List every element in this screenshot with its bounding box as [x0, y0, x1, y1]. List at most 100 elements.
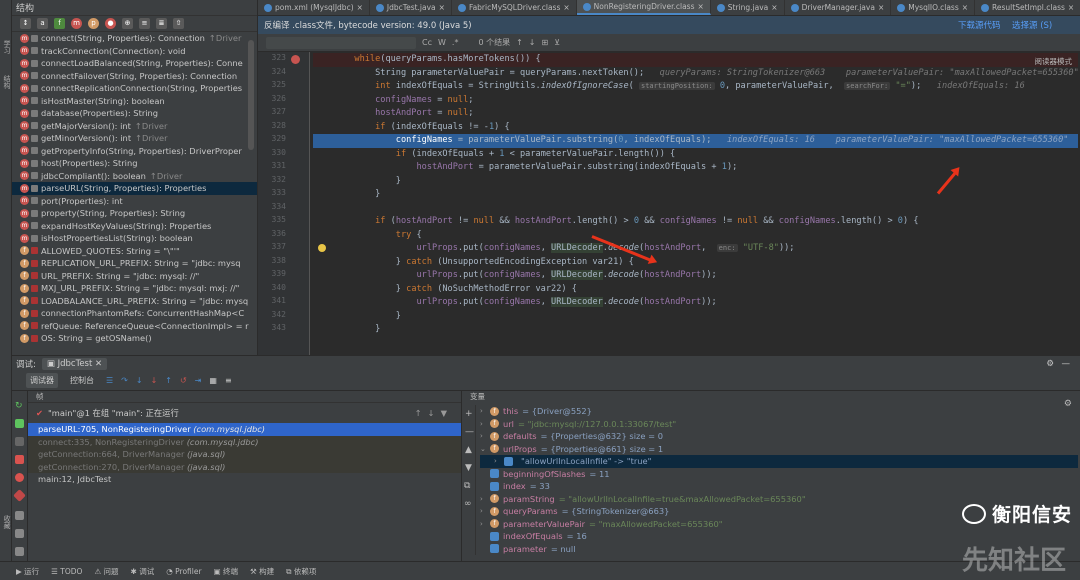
expand-toggle-icon[interactable]: ›	[480, 505, 488, 518]
close-tab-icon[interactable]: ×	[1068, 3, 1074, 12]
structure-item[interactable]: m getMajorVersion(): int ↑Driver	[12, 120, 257, 133]
structure-item[interactable]: f LOADBALANCE_URL_PREFIX: String = "jdbc:…	[12, 295, 257, 308]
copy-icon[interactable]: ⧉	[464, 481, 470, 491]
intention-bulb-icon[interactable]	[318, 244, 326, 252]
structure-item[interactable]: m database(Properties): String	[12, 107, 257, 120]
move-up-icon[interactable]: ▲	[465, 445, 472, 455]
structure-item[interactable]: m connectLoadBalanced(String, Properties)…	[12, 57, 257, 70]
close-tab-icon[interactable]: ×	[563, 3, 569, 12]
reader-mode-label[interactable]: 阅读器模式	[1035, 56, 1073, 67]
debug-config-tab[interactable]: ▣ JdbcTest ✕	[41, 357, 108, 370]
close-tab-icon[interactable]: ×	[698, 2, 704, 11]
add-watch-icon[interactable]: +	[465, 409, 473, 419]
variable-row[interactable]: › f url = "jdbc:mysql://127.0.0.1:33067/tes…	[480, 418, 1078, 431]
collapse-all-icon[interactable]: ≣	[156, 18, 167, 29]
structure-tool-label[interactable]: 结构	[2, 75, 12, 89]
glasses-icon[interactable]: ∞	[464, 499, 472, 509]
structure-item[interactable]: f connectionPhantomRefs: ConcurrentHashMa…	[12, 307, 257, 320]
code-editor[interactable]: 323 324 325 326 327 328 329 330 331 332 333 334 335 3…	[258, 52, 1080, 355]
run-to-cursor-icon[interactable]: ⇥	[195, 376, 202, 385]
editor-tab[interactable]: String.java ×	[711, 0, 785, 15]
remove-watch-icon[interactable]: —	[465, 427, 474, 437]
close-tab-icon[interactable]: ×	[439, 3, 445, 12]
editor-tab[interactable]: JdbcTest.java ×	[370, 0, 452, 15]
camera-icon[interactable]	[15, 511, 24, 520]
status-tool-button[interactable]: ⚠ 问题	[94, 566, 118, 577]
stack-frame[interactable]: connect:335, NonRegisteringDriver (com.m…	[28, 435, 461, 448]
editor-tab[interactable]: NonRegisteringDriver.class ×	[576, 0, 711, 15]
pause-icon[interactable]	[15, 437, 24, 446]
structure-item[interactable]: m trackConnection(Connection): void	[12, 45, 257, 58]
structure-item[interactable]: m host(Properties): String	[12, 157, 257, 170]
step-into-icon[interactable]: ↓	[136, 376, 143, 385]
sort-alpha-icon[interactable]: a	[37, 18, 48, 29]
prev-match-icon[interactable]: ↑	[516, 38, 523, 47]
structure-item[interactable]: m port(Properties): int	[12, 195, 257, 208]
debug-hide-icon[interactable]: —	[1062, 359, 1071, 369]
vars-settings-icon[interactable]: ⚙	[1064, 399, 1072, 409]
download-sources-link[interactable]: 下载源代码	[958, 19, 1001, 31]
rerun-icon[interactable]: ↻	[15, 401, 24, 411]
stack-frame[interactable]: main:12, JdbcTest	[28, 473, 461, 486]
variable-row[interactable]: beginningOfSlashes = 11	[480, 468, 1078, 481]
structure-item[interactable]: m expandHostKeyValues(String): Properties	[12, 220, 257, 233]
status-tool-button[interactable]: ⚒ 构建	[250, 566, 274, 577]
variable-row[interactable]: › f this = {Driver@552}	[480, 405, 1078, 418]
expand-all-icon[interactable]: ≡	[139, 18, 150, 29]
editor-tab[interactable]: MysqlIO.class ×	[891, 0, 976, 15]
show-nonpublic-icon[interactable]: ●	[105, 18, 116, 29]
project-tool-label[interactable]: 学习	[2, 40, 12, 54]
expand-toggle-icon[interactable]: ⌄	[480, 443, 488, 456]
variable-row[interactable]: index = 33	[480, 480, 1078, 493]
expand-toggle-icon[interactable]: ›	[494, 455, 502, 468]
debug-settings-icon[interactable]: ⚙	[1046, 359, 1054, 369]
structure-item[interactable]: m isHostPropertiesList(String): boolean	[12, 232, 257, 245]
filter-icon[interactable]: ⊻	[554, 38, 560, 47]
show-fields-icon[interactable]: f	[54, 18, 65, 29]
structure-item[interactable]: f MXJ_URL_PREFIX: String = "jdbc: mysql: …	[12, 282, 257, 295]
expand-toggle-icon[interactable]: ›	[480, 418, 488, 431]
match-case-icon[interactable]: Cc	[422, 38, 432, 47]
evaluate-icon[interactable]: ▦	[209, 376, 217, 385]
show-inherited-icon[interactable]: ⊕	[122, 18, 133, 29]
resume-icon[interactable]	[15, 419, 24, 428]
structure-item[interactable]: m property(String, Properties): String	[12, 207, 257, 220]
mute-breakpoints-icon[interactable]	[13, 489, 26, 502]
stack-frame[interactable]: parseURL:705, NonRegisteringDriver (com.…	[28, 423, 461, 436]
move-down-icon[interactable]: ▼	[465, 463, 472, 473]
show-properties-icon[interactable]: p	[88, 18, 99, 29]
tab-console[interactable]: 控制台	[66, 373, 98, 388]
drop-frame-icon[interactable]: ↺	[180, 376, 187, 385]
breakpoint-icon[interactable]	[291, 55, 300, 64]
expand-toggle-icon[interactable]: ›	[480, 405, 488, 418]
expand-toggle-icon[interactable]: ›	[480, 493, 488, 506]
structure-item[interactable]: f URL_PREFIX: String = "jdbc: mysql: //"	[12, 270, 257, 283]
close-tab-icon[interactable]: ×	[357, 3, 363, 12]
status-tool-button[interactable]: ◔ Profiler	[166, 567, 201, 576]
show-execution-point-icon[interactable]: ☰	[106, 376, 113, 385]
structure-scrollbar[interactable]	[248, 40, 254, 150]
find-input[interactable]	[266, 36, 416, 49]
variable-row[interactable]: › f defaults = {Properties@632} size = 0	[480, 430, 1078, 443]
structure-item[interactable]: m isHostMaster(String): boolean	[12, 95, 257, 108]
sort-icon[interactable]: ↕	[20, 18, 31, 29]
stack-frame[interactable]: getConnection:664, DriverManager (java.s…	[28, 448, 461, 461]
choose-sources-link[interactable]: 选择源 (S)	[1012, 19, 1052, 31]
structure-item[interactable]: m parseURL(String, Properties): Propertie…	[12, 182, 257, 195]
view-breakpoints-icon[interactable]	[15, 473, 24, 482]
status-tool-button[interactable]: ▶ 运行	[16, 566, 39, 577]
status-tool-button[interactable]: ✱ 调试	[131, 566, 155, 577]
structure-item[interactable]: m getPropertyInfo(String, Properties): Dr…	[12, 145, 257, 158]
status-tool-button[interactable]: ⧉ 依赖项	[286, 566, 316, 577]
variable-row[interactable]: › "allowUrlInLocalInfile" -> "true"	[480, 455, 1078, 468]
words-icon[interactable]: W	[438, 38, 446, 47]
step-over-icon[interactable]: ↷	[121, 376, 128, 385]
stack-frame[interactable]: getConnection:270, DriverManager (java.s…	[28, 460, 461, 473]
structure-item[interactable]: f REPLICATION_URL_PREFIX: String = "jdbc:…	[12, 257, 257, 270]
editor-tab[interactable]: FabricMySQLDriver.class ×	[452, 0, 577, 15]
editor-tab[interactable]: ResultSetImpl.class ×	[975, 0, 1080, 15]
frame-nav-icons[interactable]: ↑↓▼	[415, 408, 453, 418]
settings-icon[interactable]	[15, 529, 24, 538]
next-match-icon[interactable]: ↓	[529, 38, 536, 47]
pin-icon[interactable]	[15, 547, 24, 556]
